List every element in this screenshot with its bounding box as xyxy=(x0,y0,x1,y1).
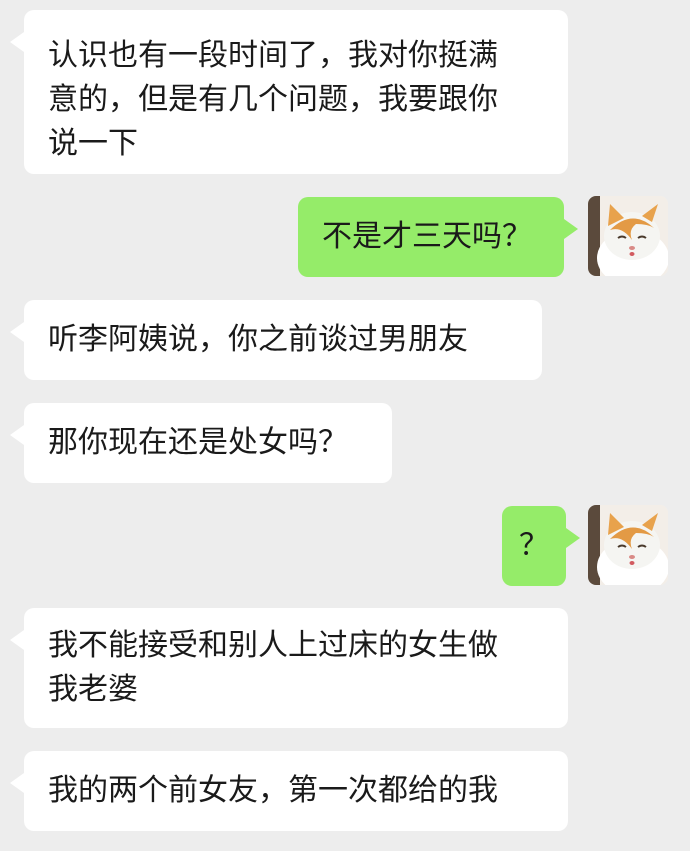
outgoing-message-bubble[interactable]: ？ xyxy=(502,506,580,586)
incoming-message-bubble[interactable]: 听李阿姨说，你之前谈过男朋友 xyxy=(10,300,542,380)
chat-view: 认识也有一段时间了，我对你挺满 意的，但是有几个问题，我要跟你 说一下 不是才三… xyxy=(0,0,690,851)
cat-avatar-graphic xyxy=(588,505,668,585)
cat-avatar-icon[interactable] xyxy=(588,196,668,276)
incoming-message-bubble[interactable]: 认识也有一段时间了，我对你挺满 意的，但是有几个问题，我要跟你 说一下 xyxy=(10,10,568,174)
cat-avatar-icon[interactable] xyxy=(588,505,668,585)
outgoing-message-bubble[interactable]: 不是才三天吗？ xyxy=(298,197,578,277)
cat-avatar-graphic xyxy=(588,196,668,276)
incoming-message-bubble[interactable]: 那你现在还是处女吗？ xyxy=(10,403,392,483)
incoming-message-bubble[interactable]: 我的两个前女友，第一次都给的我 xyxy=(10,751,568,831)
incoming-message-bubble[interactable]: 我不能接受和别人上过床的女生做 我老婆 xyxy=(10,608,568,728)
